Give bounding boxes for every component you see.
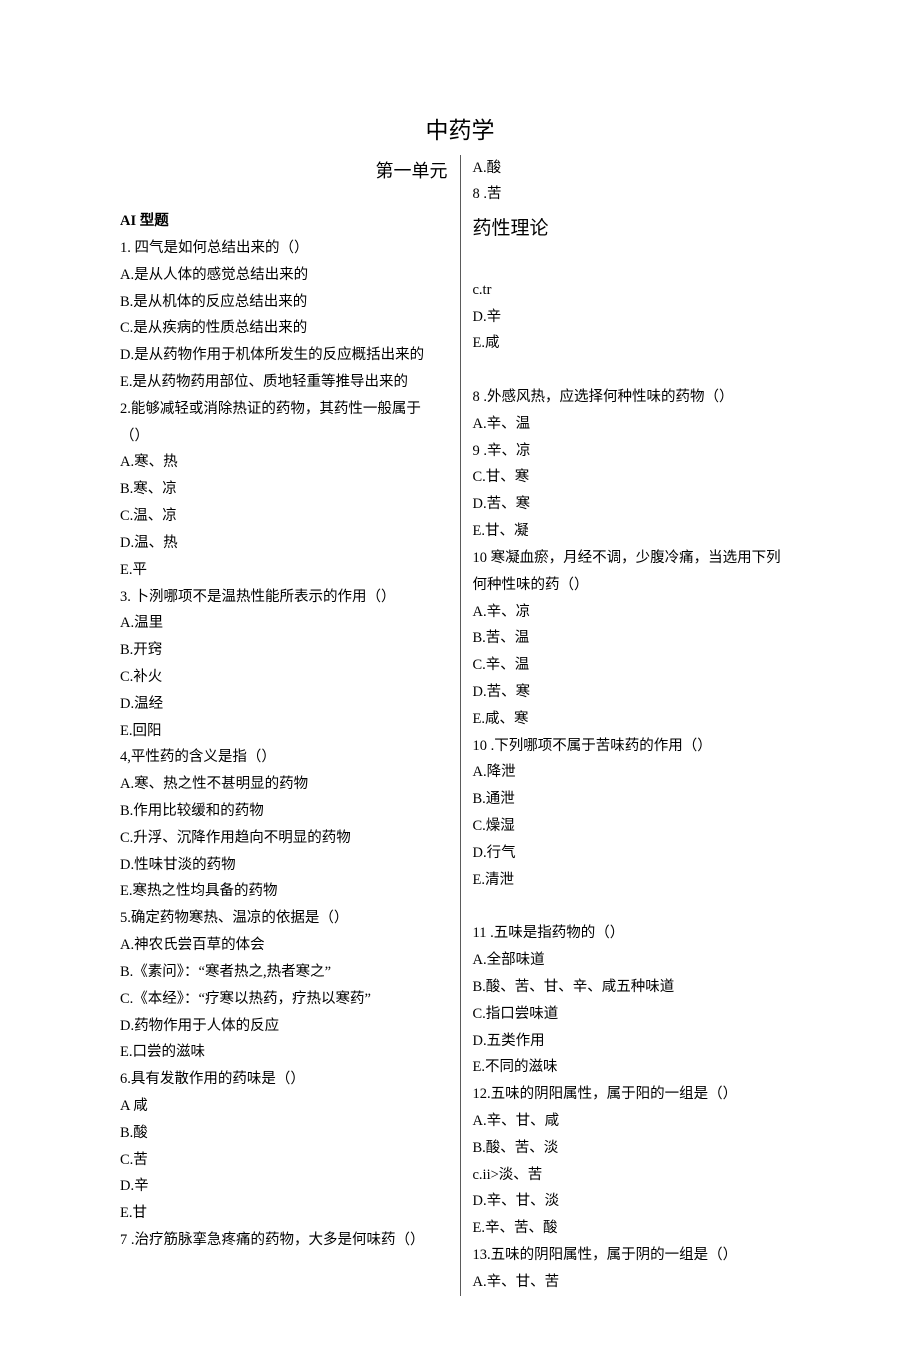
main-title: 中药学 [120,110,800,153]
option-line: C.升浮、沉降作用趋向不明显的药物 [120,825,448,852]
two-column-layout: AI 型题 1. 四气是如何总结出来的（） A.是从人体的感觉总结出来的 B.是… [120,208,800,1295]
question-line: 6.具有发散作用的药味是（） [120,1066,448,1093]
option-line: A.神农氏尝百草的体会 [120,932,448,959]
option-line: D.性味甘淡的药物 [120,852,448,879]
option-line: E.平 [120,557,448,584]
header-right-line: A.酸 [473,155,801,182]
header-right-line: 8 .苦 [473,181,801,208]
option-line: C.补火 [120,664,448,691]
option-line: A.是从人体的感觉总结出来的 [120,262,448,289]
option-line: A.辛、温 [473,411,801,438]
option-line: B.《素问》：“寒者热之,热者寒之” [120,959,448,986]
option-line: A.降泄 [473,759,801,786]
question-line: 7 .治疗筋脉挛急疼痛的药物，大多是何味药（） [120,1227,448,1254]
exam-page: 中药学 第一单元 A.酸 8 .苦 AI 型题 1. 四气是如何总结出来的（） … [0,0,920,1356]
option-line: B.寒、凉 [120,476,448,503]
option-line: c.tr [473,277,801,304]
option-line: C.《本经》：“疗寒以热药，疗热以寒药” [120,986,448,1013]
option-line: A.辛、甘、苦 [473,1269,801,1296]
option-line: B.是从机体的反应总结出来的 [120,289,448,316]
option-line: A.寒、热之性不甚明显的药物 [120,771,448,798]
option-line: D.行气 [473,840,801,867]
option-line: D.苦、寒 [473,679,801,706]
option-line: D.苦、寒 [473,491,801,518]
option-line: D.辛 [120,1173,448,1200]
unit-header-row: 第一单元 A.酸 8 .苦 [120,155,800,209]
question-line: 5.确定药物寒热、温凉的依据是（） [120,905,448,932]
option-line: C.辛、温 [473,652,801,679]
question-line: 13.五味的阴阳属性，属于阴的一组是（） [473,1242,801,1269]
option-line: C.温、凉 [120,503,448,530]
option-line: E.不同的滋味 [473,1054,801,1081]
option-line: D.五类作用 [473,1028,801,1055]
option-line: E.咸、寒 [473,706,801,733]
option-line: B.酸、苦、甘、辛、咸五种味道 [473,974,801,1001]
option-line: A 咸 [120,1093,448,1120]
option-line: C.燥湿 [473,813,801,840]
option-line: A.辛、凉 [473,599,801,626]
left-column: AI 型题 1. 四气是如何总结出来的（） A.是从人体的感觉总结出来的 B.是… [120,208,460,1295]
option-line: E.甘 [120,1200,448,1227]
option-line: D.温、热 [120,530,448,557]
option-line: 9 .辛、凉 [473,438,801,465]
blank-line [473,893,801,920]
question-line: 8 .外感风热，应选择何种性味的药物（） [473,384,801,411]
question-line: （） [120,423,448,450]
option-line: D.辛、甘、淡 [473,1188,801,1215]
option-line: E.清泄 [473,867,801,894]
option-line: A.辛、甘、咸 [473,1108,801,1135]
option-line: C.苦 [120,1147,448,1174]
option-line: B.通泄 [473,786,801,813]
option-line: E.回阳 [120,718,448,745]
option-line: E.辛、苦、酸 [473,1215,801,1242]
option-line [473,250,801,277]
question-line: 12.五味的阴阳属性，属于阳的一组是（） [473,1081,801,1108]
option-line: A.全部味道 [473,947,801,974]
subsection-heading: 药性理论 [473,208,801,250]
header-right: A.酸 8 .苦 [461,155,801,209]
option-line: D.辛 [473,304,801,331]
option-line: C.是从疾病的性质总结出来的 [120,315,448,342]
option-line: B.作用比较缓和的药物 [120,798,448,825]
blank-line [473,357,801,384]
question-line: 10 寒凝血瘀，月经不调，少腹冷痛，当选用下列 [473,545,801,572]
question-line: 2.能够减轻或消除热证的药物，其药性一般属于 [120,396,448,423]
option-line: E.口尝的滋味 [120,1039,448,1066]
option-line: D.是从药物作用于机体所发生的反应概括出来的 [120,342,448,369]
option-line: D.温经 [120,691,448,718]
option-line: B.开窍 [120,637,448,664]
option-line: B.酸 [120,1120,448,1147]
option-line: C.甘、寒 [473,464,801,491]
option-line: B.酸、苦、淡 [473,1135,801,1162]
option-line: E.咸 [473,330,801,357]
option-line: A.寒、热 [120,449,448,476]
question-line: 3. 卜洌哪项不是温热性能所表示的作用（） [120,584,448,611]
right-column: 药性理论 c.tr D.辛 E.咸 8 .外感风热，应选择何种性味的药物（） A… [461,208,801,1295]
option-line: E.是从药物药用部位、质地轻重等推导出来的 [120,369,448,396]
option-line: D.药物作用于人体的反应 [120,1013,448,1040]
option-line: B.苦、温 [473,625,801,652]
option-line: C.指口尝味道 [473,1001,801,1028]
section-heading: AI 型题 [120,208,448,235]
question-line: 4,平性药的含义是指（） [120,744,448,771]
option-line: E.甘、凝 [473,518,801,545]
question-line: 10 .下列哪项不属于苦味药的作用（） [473,733,801,760]
option-line: c.ii>淡、苦 [473,1162,801,1189]
question-line: 何种性味的药（） [473,572,801,599]
question-line: 1. 四气是如何总结出来的（） [120,235,448,262]
question-line: 11 .五味是指药物的（） [473,920,801,947]
option-line: E.寒热之性均具备的药物 [120,878,448,905]
unit-label: 第一单元 [120,155,460,209]
option-line: A.温里 [120,610,448,637]
